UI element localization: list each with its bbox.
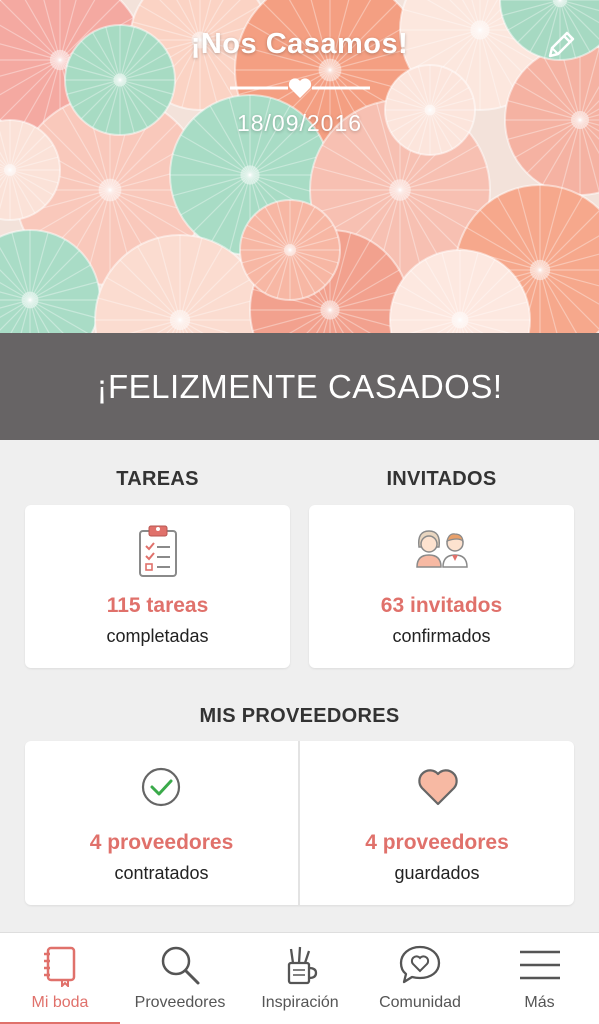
clipboard-icon	[138, 525, 177, 577]
nav-item-mas[interactable]: Más	[480, 933, 599, 1024]
search-icon	[161, 946, 200, 985]
nav-item-inspiracion[interactable]: Inspiración	[240, 933, 360, 1024]
vendors-heading: MIS PROVEEDORES	[199, 705, 400, 727]
tasks-heading: TAREAS	[116, 468, 199, 490]
edit-pencil-icon[interactable]	[544, 28, 578, 62]
nav-item-mi-boda[interactable]: Mi boda	[0, 933, 120, 1024]
bottom-navigation: Mi boda Proveedores Inspiración Comunida…	[0, 932, 599, 1024]
hamburger-menu-icon	[519, 950, 560, 980]
couple-icon	[415, 530, 468, 568]
nav-label-proveedores: Proveedores	[134, 994, 226, 1011]
nav-label-comunidad: Comunidad	[379, 994, 461, 1011]
guests-status: confirmados	[392, 626, 491, 646]
hero-header: ¡Nos Casamos! 18/09/2016	[0, 0, 599, 333]
heart-icon	[418, 769, 458, 806]
vendors-saved[interactable]: 4 proveedores guardados	[300, 741, 574, 905]
vendors-hired-status: contratados	[114, 863, 209, 883]
guests-heading: INVITADOS	[386, 468, 497, 490]
nav-label-mi-boda: Mi boda	[31, 994, 89, 1011]
married-banner-text: ¡FELIZMENTE CASADOS!	[96, 367, 503, 405]
tasks-count: 115 tareas	[106, 594, 209, 617]
pencil-cup-icon	[287, 946, 318, 985]
guests-count: 63 invitados	[380, 594, 503, 617]
check-circle-icon	[141, 767, 181, 807]
heart-divider-icon	[230, 78, 370, 98]
vendors-saved-count: 4 proveedores	[365, 831, 509, 854]
guests-card[interactable]: 63 invitados confirmados	[309, 505, 574, 668]
wedding-date: 18/09/2016	[236, 110, 363, 136]
nav-item-proveedores[interactable]: Proveedores	[120, 933, 240, 1024]
nav-item-comunidad[interactable]: Comunidad	[360, 933, 480, 1024]
tasks-card[interactable]: 115 tareas completadas	[25, 505, 290, 668]
wedding-title: ¡Nos Casamos!	[190, 28, 409, 60]
married-banner: ¡FELIZMENTE CASADOS!	[0, 333, 599, 440]
vendors-saved-status: guardados	[394, 863, 480, 883]
notebook-icon	[44, 946, 76, 987]
tasks-status: completadas	[106, 626, 209, 646]
nav-label-inspiracion: Inspiración	[261, 994, 339, 1011]
nav-label-mas: Más	[524, 994, 555, 1011]
vendors-hired-count: 4 proveedores	[89, 831, 234, 854]
chat-heart-icon	[399, 945, 441, 984]
vendors-card: 4 proveedores contratados 4 proveedores …	[25, 741, 574, 905]
vendors-hired[interactable]: 4 proveedores contratados	[25, 741, 298, 905]
